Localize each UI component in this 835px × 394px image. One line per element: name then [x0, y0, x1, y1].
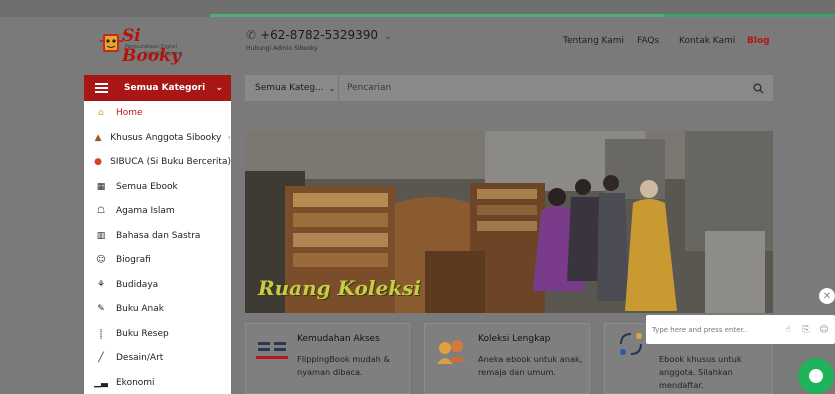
menu-item-buku-anak[interactable]: ✎ Buku Anak — [84, 297, 231, 322]
feature-card-koleksi: Koleksi Lengkap Aneka ebook untuk anak, r… — [424, 323, 590, 394]
phone-icon: ✆ — [246, 28, 257, 42]
language-icon: ▥ — [96, 230, 106, 241]
logo-subtitle-1: Perpustakaan Digital — [125, 44, 177, 50]
chevron-down-icon: ⌄ — [328, 83, 336, 93]
story-icon: ● — [94, 157, 102, 168]
menu-item-budidaya[interactable]: ⚘ Budidaya — [84, 273, 231, 298]
chat-input[interactable] — [652, 325, 781, 334]
feature-description: Ebook khusus untuk anggota. Silahkan menda… — [659, 354, 742, 390]
book-mascot-icon — [100, 34, 123, 52]
category-menu: ⌂ Home ▲ Khusus Anggota Sibooky › ● SIBUCA (… — [84, 101, 231, 394]
person-icon: ☺ — [96, 255, 106, 266]
search-button[interactable] — [743, 75, 773, 101]
hero-banner[interactable]: Ruang Koleksi — [245, 131, 773, 313]
menu-item-ekonomi[interactable]: ▁▃ Ekonomi — [84, 371, 231, 394]
chat-close-button[interactable]: ✕ — [819, 288, 835, 304]
attachment-icon[interactable]: ⎘ — [799, 325, 813, 335]
banner-caption: Ruang Koleksi — [258, 276, 421, 300]
nav-kontak-kami[interactable]: Kontak Kami — [679, 36, 735, 46]
cultivation-icon: ⚘ — [96, 279, 106, 290]
nav-tentang-kami[interactable]: Tentang Kami — [563, 36, 624, 46]
menu-item-semua-ebook[interactable]: ▦ Semua Ebook — [84, 175, 231, 200]
phone-subtitle: Hubungi Admin Sibooky — [246, 45, 318, 52]
collection-people-icon — [437, 340, 465, 364]
all-categories-button[interactable]: Semua Kategori ⌄ — [84, 75, 231, 101]
menu-item-desain-art[interactable]: ╱ Desain/Art — [84, 346, 231, 371]
members-icon: ▲ — [94, 132, 102, 143]
logo-subtitle-2: Kota Semarang — [144, 51, 183, 57]
close-icon: ✕ — [822, 290, 832, 302]
mosque-icon: ☖ — [96, 206, 106, 217]
reading-access-icon — [256, 342, 288, 359]
members-sync-icon — [620, 333, 642, 355]
feature-title: Kemudahan Akses — [297, 334, 380, 344]
site-logo[interactable]: Si Booky Perpustakaan Digital Kota Semar… — [100, 26, 200, 66]
phone-number: +62-8782-5329390 — [260, 28, 379, 42]
utensils-icon: ⸽ — [99, 330, 103, 341]
search-bar: Semua Kateg... ⌄ — [245, 75, 773, 101]
menu-item-bahasa-sastra[interactable]: ▥ Bahasa dan Sastra — [84, 224, 231, 249]
nav-blog[interactable]: Blog — [747, 36, 770, 46]
menu-item-home[interactable]: ⌂ Home — [84, 101, 231, 126]
chevron-down-icon: ⌄ — [384, 32, 392, 42]
menu-item-biografi[interactable]: ☺ Biografi — [84, 248, 231, 273]
menu-item-sibuca[interactable]: ● SIBUCA (Si Buku Bercerita) — [84, 150, 231, 175]
nav-faqs[interactable]: FAQs — [637, 36, 659, 46]
top-accent-line-right — [664, 14, 835, 17]
child-book-icon: ✎ — [97, 304, 105, 315]
search-category-select[interactable]: Semua Kateg... ⌄ — [245, 75, 339, 101]
brush-icon: ╱ — [98, 353, 104, 364]
all-categories-label: Semua Kategori — [124, 83, 206, 93]
feature-description: Aneka ebook untuk anak, remaja dan umum. — [478, 354, 583, 377]
feature-title: Koleksi Lengkap — [478, 334, 551, 344]
search-icon — [752, 82, 763, 93]
chevron-right-icon: › — [227, 132, 231, 143]
search-category-value: Semua Kateg... — [255, 83, 324, 93]
thumbs-up-icon[interactable]: ☝ — [781, 325, 795, 335]
menu-item-khusus-anggota[interactable]: ▲ Khusus Anggota Sibooky › — [84, 126, 231, 151]
chat-composer: ☝ ⎘ ☺ — [646, 315, 835, 344]
top-accent-line — [210, 14, 664, 17]
feature-card-akses: Kemudahan Akses FlippingBook mudah & nyam… — [245, 323, 410, 394]
menu-item-buku-resep[interactable]: ⸽ Buku Resep — [84, 322, 231, 347]
ebook-icon: ▦ — [96, 181, 106, 192]
hamburger-icon — [95, 81, 108, 95]
menu-item-agama-islam[interactable]: ☖ Agama Islam — [84, 199, 231, 224]
chat-launcher-button[interactable] — [798, 358, 834, 394]
phone-dropdown[interactable]: ✆ +62-8782-5329390 ⌄ — [246, 28, 392, 42]
chat-bubble-icon — [809, 369, 823, 383]
feature-description: FlippingBook mudah & nyaman dibaca. — [297, 354, 390, 377]
search-input[interactable] — [339, 75, 743, 101]
home-icon: ⌂ — [98, 108, 104, 119]
chart-icon: ▁▃ — [94, 377, 108, 388]
chevron-down-icon: ⌄ — [215, 83, 223, 93]
emoji-icon[interactable]: ☺ — [817, 325, 831, 335]
